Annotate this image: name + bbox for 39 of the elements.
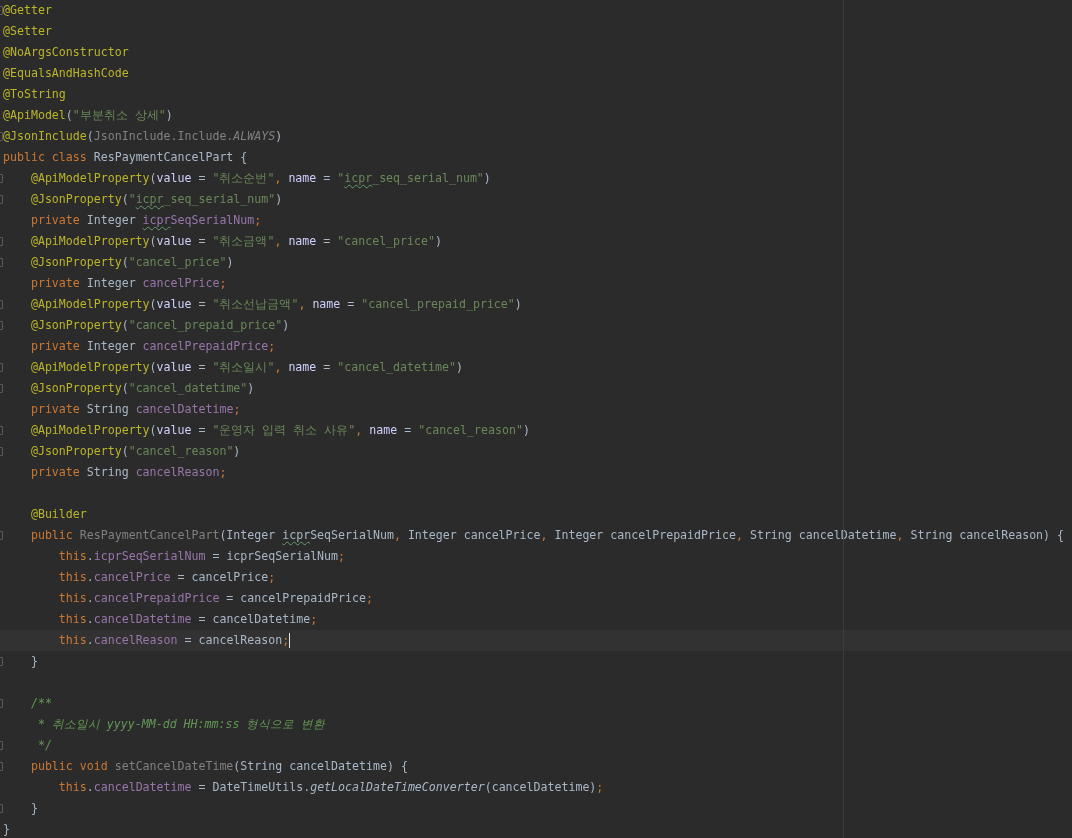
code-line: this.cancelDatetime = cancelDatetime; bbox=[57, 611, 318, 628]
code-line: @JsonProperty("cancel_prepaid_price") bbox=[29, 317, 290, 334]
code-line: } bbox=[29, 800, 38, 817]
code-line: } bbox=[3, 821, 10, 838]
code-line: @JsonProperty("cancel_price") bbox=[29, 254, 234, 271]
code-line: private Integer icprSeqSerialNum; bbox=[29, 212, 262, 229]
text-caret bbox=[289, 633, 291, 648]
code-line: @ApiModelProperty(value = "취소일시", name = "cancel_datetime") bbox=[29, 359, 463, 376]
code-line: */ bbox=[36, 737, 52, 754]
code-line: private Integer cancelPrice; bbox=[29, 275, 227, 292]
code-line: public void setCancelDateTime(String cancelDatetime) { bbox=[29, 758, 408, 775]
code-line: @ApiModel("부분취소 상세") bbox=[3, 107, 173, 124]
code-line: @JsonProperty("icpr_seq_serial_num") bbox=[29, 191, 283, 208]
code-line: @JsonProperty("cancel_datetime") bbox=[29, 380, 255, 397]
code-line: this.cancelReason = cancelReason; bbox=[57, 632, 290, 649]
code-line: @ToString bbox=[3, 86, 66, 103]
code-line: @JsonInclude(JsonInclude.Include.ALWAYS) bbox=[3, 128, 283, 145]
code-line: @ApiModelProperty(value = "취소순번", name = "icpr_seq_serial_num") bbox=[29, 170, 491, 187]
code-line: private String cancelReason; bbox=[29, 464, 227, 481]
code-line: private Integer cancelPrepaidPrice; bbox=[29, 338, 276, 355]
code-line: @ApiModelProperty(value = "운영자 입력 취소 사유", name = "cancel_reason") bbox=[29, 422, 530, 439]
code-line: @Getter bbox=[3, 2, 52, 19]
code-line: @ApiModelProperty(value = "취소금액", name = "cancel_price") bbox=[29, 233, 442, 250]
code-line: /** bbox=[29, 695, 52, 712]
code-line: public class ResPaymentCancelPart { bbox=[3, 149, 248, 166]
code-line: @Setter bbox=[3, 23, 52, 40]
code-line: * 취소일시 yyyy-MM-dd HH:mm:ss 형식으로 변환 bbox=[36, 716, 326, 733]
code-line: public ResPaymentCancelPart(Integer icprSeqSerialNum, Integer cancelPrice, Integer cancelPrepaidPrice, String cancelDatetime, String cancelReason) { bbox=[29, 527, 1065, 544]
code-line: private String cancelDatetime; bbox=[29, 401, 241, 418]
code-line: @Builder bbox=[29, 506, 87, 523]
code-line: this.cancelPrepaidPrice = cancelPrepaidPrice; bbox=[57, 590, 373, 607]
code-line: @JsonProperty("cancel_reason") bbox=[29, 443, 241, 460]
code-line: } bbox=[29, 653, 38, 670]
code-line: @ApiModelProperty(value = "취소선납금액", name = "cancel_prepaid_price") bbox=[29, 296, 522, 313]
code-line: this.icprSeqSerialNum = icprSeqSerialNum; bbox=[57, 548, 346, 565]
code-line: this.cancelPrice = cancelPrice; bbox=[57, 569, 276, 586]
code-line: @EqualsAndHashCode bbox=[3, 65, 129, 82]
code-line: this.cancelDatetime = DateTimeUtils.getLocalDateTimeConverter(cancelDatetime); bbox=[57, 779, 604, 796]
code-line: @NoArgsConstructor bbox=[3, 44, 129, 61]
